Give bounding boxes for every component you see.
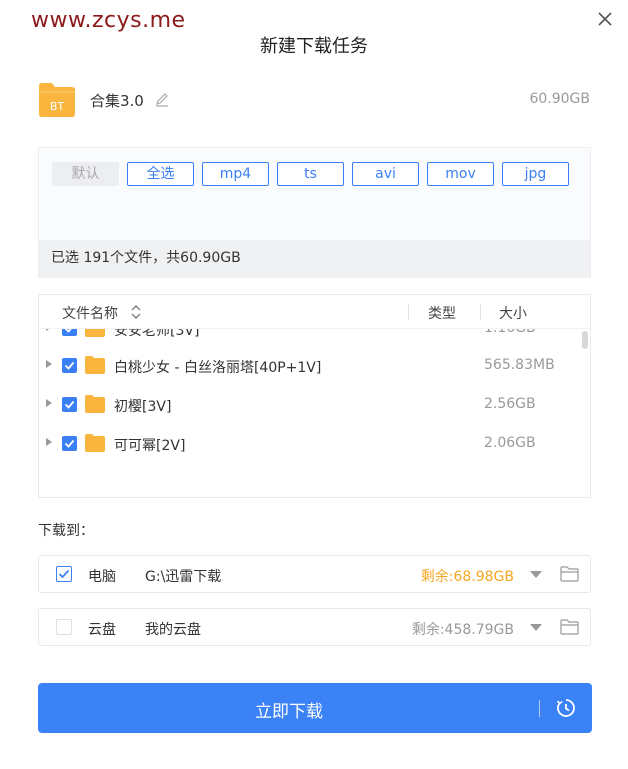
table-row[interactable]: 初樱[3V] 2.56GB [39, 385, 590, 424]
download-to-label: 下载到： [38, 523, 94, 539]
destination-computer[interactable]: 电脑 G:\迅雷下载 剩余:68.98GB [38, 555, 591, 593]
file-name: 白桃少女 - 白丝洛丽塔[40P+1V] [114, 360, 322, 376]
folder-icon [85, 356, 105, 374]
download-now-label: 立即下载 [255, 702, 323, 722]
filter-tags: 默认 全选 mp4 ts avi mov jpg [52, 162, 577, 186]
table-row[interactable]: 可可幂[2V] 2.06GB [39, 424, 590, 463]
table-row[interactable]: 白桃少女 - 白丝洛丽塔[40P+1V] 565.83MB [39, 346, 590, 385]
folder-open-icon[interactable] [560, 619, 579, 635]
filter-tag-mp4[interactable]: mp4 [202, 162, 269, 186]
row-checkbox[interactable] [62, 358, 77, 373]
check-icon [58, 569, 70, 579]
free-space: 剩余:68.98GB [420, 569, 514, 585]
selection-summary: 已选 191个文件，共60.90GB [39, 240, 590, 277]
column-header-type[interactable]: 类型 [428, 303, 456, 323]
destination-path: G:\迅雷下载 [145, 569, 222, 585]
schedule-clock-icon[interactable] [555, 697, 577, 719]
file-size: 2.06GB [484, 435, 536, 451]
scrollbar-thumb[interactable] [582, 331, 588, 349]
dialog-title: 新建下载任务 [260, 36, 368, 57]
folder-icon [85, 434, 105, 452]
filter-panel: 默认 全选 mp4 ts avi mov jpg 已选 191个文件，共60.9… [38, 147, 591, 278]
destination-checkbox[interactable] [56, 566, 72, 582]
file-table: 安安老师[3V] 1.16GB 白桃少女 - 白丝洛丽塔[40P+1V] 565… [38, 294, 591, 498]
bt-folder-icon: BT [39, 83, 75, 117]
task-size: 60.90GB [529, 91, 590, 107]
file-size: 2.56GB [484, 396, 536, 412]
filter-tag-jpg[interactable]: jpg [502, 162, 569, 186]
destination-name: 电脑 [88, 569, 116, 585]
row-checkbox[interactable] [62, 436, 77, 451]
row-checkbox[interactable] [62, 397, 77, 412]
close-button[interactable] [596, 10, 614, 28]
column-header-name[interactable]: 文件名称 [62, 303, 118, 323]
expand-arrow-icon[interactable] [46, 438, 52, 446]
expand-arrow-icon[interactable] [46, 360, 52, 368]
filter-tag-mov[interactable]: mov [427, 162, 494, 186]
filter-tag-ts[interactable]: ts [277, 162, 344, 186]
check-icon [64, 361, 75, 370]
file-name: 初樱[3V] [114, 399, 172, 415]
watermark: www.zcys.me [31, 8, 186, 33]
check-icon [64, 400, 75, 409]
destination-cloud[interactable]: 云盘 我的云盘 剩余:458.79GB [38, 608, 591, 646]
folder-open-icon[interactable] [560, 566, 579, 582]
table-header: 文件名称 类型 大小 [39, 295, 590, 329]
destination-path: 我的云盘 [145, 622, 201, 638]
chevron-down-icon[interactable] [530, 624, 542, 631]
destination-name: 云盘 [88, 622, 116, 638]
task-name: 合集3.0 [90, 92, 144, 110]
download-now-button[interactable]: 立即下载 [38, 683, 592, 733]
chevron-down-icon[interactable] [530, 571, 542, 578]
close-icon [598, 12, 612, 26]
check-icon [64, 439, 75, 448]
filter-tag-default[interactable]: 默认 [52, 162, 119, 186]
edit-icon[interactable] [154, 91, 170, 107]
folder-icon [85, 395, 105, 413]
column-divider[interactable] [480, 304, 481, 320]
file-name: 可可幂[2V] [114, 438, 186, 454]
filter-tag-avi[interactable]: avi [352, 162, 419, 186]
free-space: 剩余:458.79GB [411, 622, 514, 638]
column-header-size[interactable]: 大小 [499, 303, 527, 323]
filter-tag-select-all[interactable]: 全选 [127, 162, 194, 186]
column-divider[interactable] [408, 304, 409, 320]
file-size: 565.83MB [484, 357, 555, 373]
task-header: BT 合集3.0 60.90GB [38, 80, 590, 120]
svg-text:BT: BT [50, 100, 65, 113]
expand-arrow-icon[interactable] [46, 399, 52, 407]
destination-checkbox[interactable] [56, 619, 72, 635]
sort-icon[interactable] [130, 304, 142, 320]
button-divider [539, 700, 540, 717]
